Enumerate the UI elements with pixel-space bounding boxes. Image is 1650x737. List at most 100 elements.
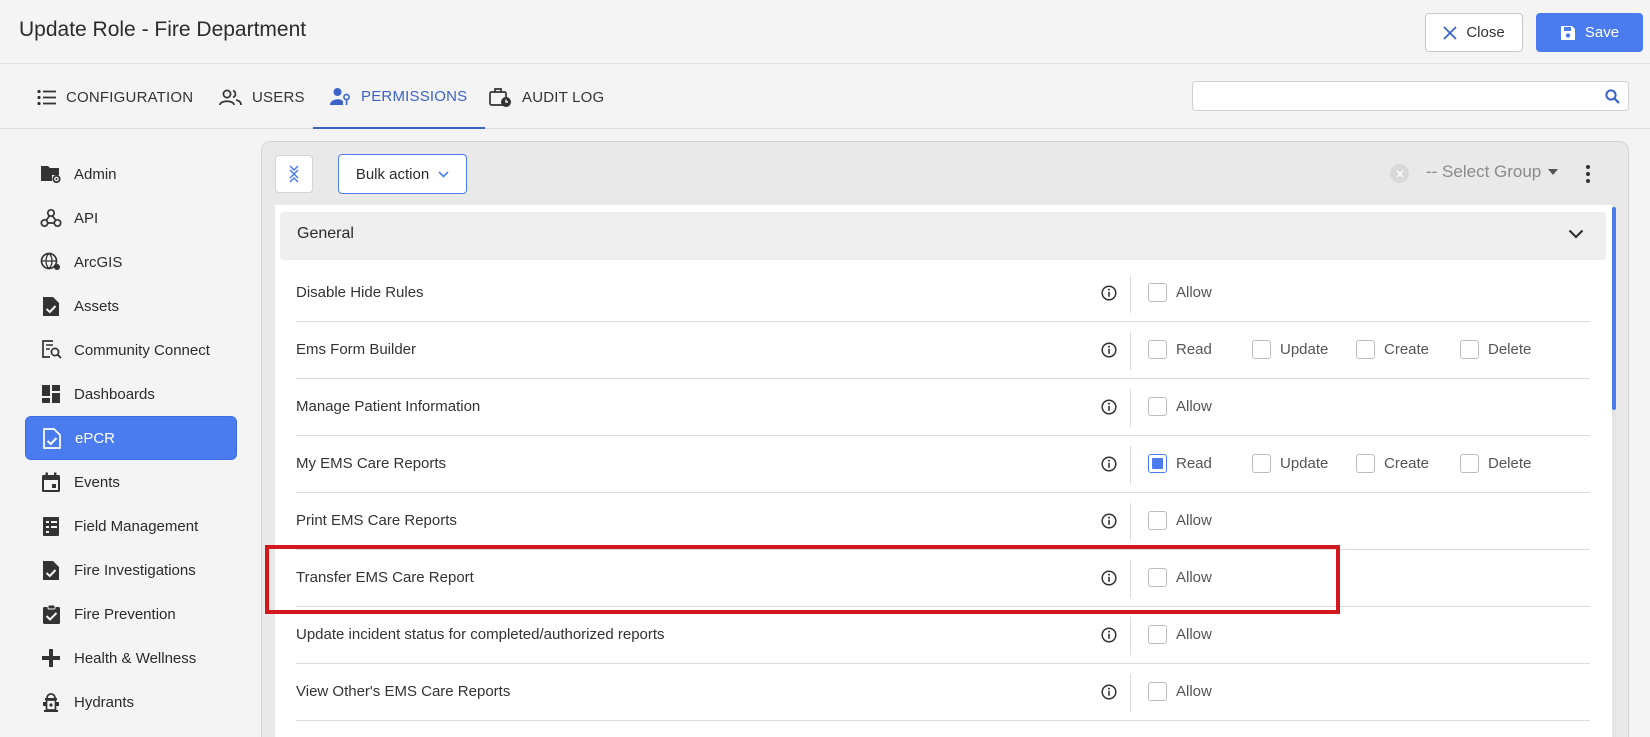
checkbox[interactable] xyxy=(1356,454,1375,473)
sidebar-item-label: Fire Investigations xyxy=(74,561,196,579)
info-icon[interactable] xyxy=(1101,342,1117,363)
sidebar-item-label: Dashboards xyxy=(74,385,155,403)
checkbox[interactable] xyxy=(1148,625,1167,644)
checkbox-fill xyxy=(1152,458,1163,469)
dashboard-icon xyxy=(40,383,62,405)
search-input[interactable] xyxy=(1193,82,1593,110)
chevron-down-icon xyxy=(1568,229,1584,239)
checkbox[interactable] xyxy=(1148,397,1167,416)
checkbox[interactable] xyxy=(1460,454,1479,473)
checkbox-label: Update xyxy=(1280,455,1329,472)
tab-configuration[interactable]: CONFIGURATION xyxy=(37,65,193,129)
permission-option-create[interactable]: Create xyxy=(1356,454,1429,473)
document-check-icon xyxy=(41,427,63,449)
collapse-all-button[interactable] xyxy=(275,155,313,193)
checkbox[interactable] xyxy=(1148,283,1167,302)
info-icon[interactable] xyxy=(1101,456,1117,477)
checkbox-label: Delete xyxy=(1488,341,1532,358)
sidebar-item-epcr[interactable]: ePCR xyxy=(25,416,237,460)
sidebar-item-fire-investigations[interactable]: Fire Investigations xyxy=(25,548,237,592)
sidebar-item-field-management[interactable]: Field Management xyxy=(25,504,237,548)
checkbox-label: Update xyxy=(1280,341,1329,358)
tab-users[interactable]: USERS xyxy=(219,65,305,129)
checkbox[interactable] xyxy=(1148,511,1167,530)
checkbox-label: Create xyxy=(1384,455,1430,472)
permission-option-create[interactable]: Create xyxy=(1356,340,1429,359)
checkbox[interactable] xyxy=(1460,340,1479,359)
checkbox-label: Delete xyxy=(1488,455,1532,472)
sidebar-item-assets[interactable]: Assets xyxy=(25,284,237,328)
permission-option-allow[interactable]: Allow xyxy=(1148,625,1212,644)
info-icon[interactable] xyxy=(1101,399,1117,420)
info-icon[interactable] xyxy=(1101,513,1117,534)
select-group-dropdown[interactable]: -- Select Group xyxy=(1426,162,1559,182)
sidebar-item-community-connect[interactable]: Community Connect xyxy=(25,328,237,372)
checkbox[interactable] xyxy=(1356,340,1375,359)
tab-permissions[interactable]: PERMISSIONS xyxy=(313,65,486,129)
select-group-label: -- Select Group xyxy=(1426,162,1542,181)
sidebar-item-api[interactable]: API xyxy=(25,196,237,240)
permission-option-delete[interactable]: Delete xyxy=(1460,454,1531,473)
highlight-box xyxy=(265,545,1340,614)
caret-down-icon xyxy=(1548,169,1559,175)
permission-option-read[interactable]: Read xyxy=(1148,454,1212,473)
search-box[interactable] xyxy=(1192,81,1629,111)
section-header-general[interactable]: General xyxy=(280,212,1606,260)
user-key-icon xyxy=(330,87,350,105)
permission-option-allow[interactable]: Allow xyxy=(1148,397,1212,416)
sidebar-item-events[interactable]: Events xyxy=(25,460,237,504)
bulk-action-label: Bulk action xyxy=(355,165,430,183)
info-icon[interactable] xyxy=(1101,285,1117,306)
permission-label: Manage Patient Information xyxy=(296,398,481,415)
sidebar-item-admin[interactable]: Admin xyxy=(25,152,237,196)
row-divider xyxy=(1130,503,1131,541)
webhook-icon xyxy=(40,207,62,229)
permission-option-read[interactable]: Read xyxy=(1148,340,1212,359)
permission-option-update[interactable]: Update xyxy=(1252,454,1328,473)
sidebar-item-label: Events xyxy=(74,473,120,491)
row-divider xyxy=(1130,446,1131,484)
row-divider xyxy=(1130,617,1131,655)
permission-option-allow[interactable]: Allow xyxy=(1148,283,1212,302)
search-document-icon xyxy=(40,339,62,361)
permission-option-allow[interactable]: Allow xyxy=(1148,511,1212,530)
search-icon[interactable] xyxy=(1605,89,1620,104)
checkbox[interactable] xyxy=(1148,454,1167,473)
sidebar-item-dashboards[interactable]: Dashboards xyxy=(25,372,237,416)
permission-row: Ems Form Builder Read Update Create Delete xyxy=(296,322,1590,379)
scrollbar-thumb[interactable] xyxy=(1612,207,1616,410)
more-options-button[interactable] xyxy=(1582,163,1594,185)
close-button-label: Close xyxy=(1466,24,1505,41)
sidebar-item-fire-prevention[interactable]: Fire Prevention xyxy=(25,592,237,636)
permission-option-update[interactable]: Update xyxy=(1252,340,1328,359)
clear-group-button[interactable] xyxy=(1390,164,1409,183)
permission-row: Print EMS Care Reports Allow xyxy=(296,493,1590,550)
checkbox-label: Allow xyxy=(1176,683,1212,700)
sidebar-item-label: ePCR xyxy=(75,429,116,447)
globe-gear-icon xyxy=(40,251,62,273)
save-button[interactable]: Save xyxy=(1536,13,1643,52)
sidebar-item-arcgis[interactable]: ArcGIS xyxy=(25,240,237,284)
header-bar: Update Role - Fire Department Close Save xyxy=(0,0,1650,64)
checkbox[interactable] xyxy=(1252,340,1271,359)
close-button[interactable]: Close xyxy=(1425,13,1523,52)
checkbox[interactable] xyxy=(1252,454,1271,473)
checkbox[interactable] xyxy=(1148,340,1167,359)
sidebar-item-health-wellness[interactable]: Health & Wellness xyxy=(25,636,237,680)
checkbox-label: Allow xyxy=(1176,398,1212,415)
form-icon xyxy=(40,515,62,537)
close-icon xyxy=(1395,169,1404,178)
sidebar: Admin API ArcGIS Assets Community Connec… xyxy=(0,130,250,737)
permission-option-allow[interactable]: Allow xyxy=(1148,682,1212,701)
plus-icon xyxy=(40,647,62,669)
permission-label: Update incident status for completed/aut… xyxy=(296,626,665,643)
tab-audit-log[interactable]: AUDIT LOG xyxy=(489,65,604,129)
sidebar-item-label: Field Management xyxy=(74,517,199,535)
info-icon[interactable] xyxy=(1101,627,1117,648)
permission-row: Manage Patient Information Allow xyxy=(296,379,1590,436)
permission-option-delete[interactable]: Delete xyxy=(1460,340,1531,359)
info-icon[interactable] xyxy=(1101,684,1117,705)
checkbox[interactable] xyxy=(1148,682,1167,701)
sidebar-item-hydrants[interactable]: Hydrants xyxy=(25,680,237,724)
bulk-action-button[interactable]: Bulk action xyxy=(338,154,467,194)
